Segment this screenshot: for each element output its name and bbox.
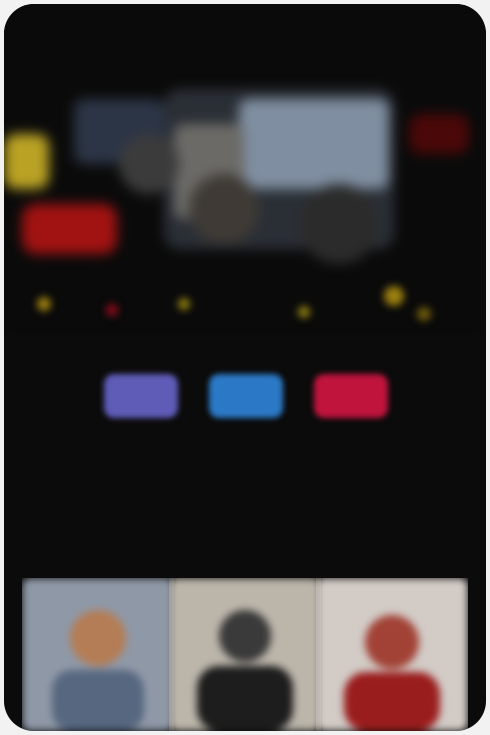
action-button-3[interactable] (314, 374, 388, 418)
action-button-1[interactable] (104, 374, 178, 418)
thumbnail-tile-3[interactable] (316, 578, 468, 731)
description-line-3 (42, 512, 448, 531)
action-buttons (4, 364, 486, 424)
hero-banner[interactable] (4, 4, 486, 334)
action-button-2[interactable] (209, 374, 283, 418)
thumbnail-tile-2[interactable] (169, 578, 321, 731)
hero-title (154, 52, 334, 78)
description-line-1 (42, 474, 448, 493)
app-frame (4, 4, 486, 731)
person-dark-icon (169, 578, 321, 731)
thumbnail-strip (4, 578, 486, 731)
description (42, 474, 448, 564)
person-red-icon (316, 578, 468, 731)
description-line-2 (42, 493, 448, 512)
scene-lights (37, 286, 431, 321)
person-blue-icon (22, 578, 174, 731)
thumbnail-tile-1[interactable] (22, 578, 174, 731)
